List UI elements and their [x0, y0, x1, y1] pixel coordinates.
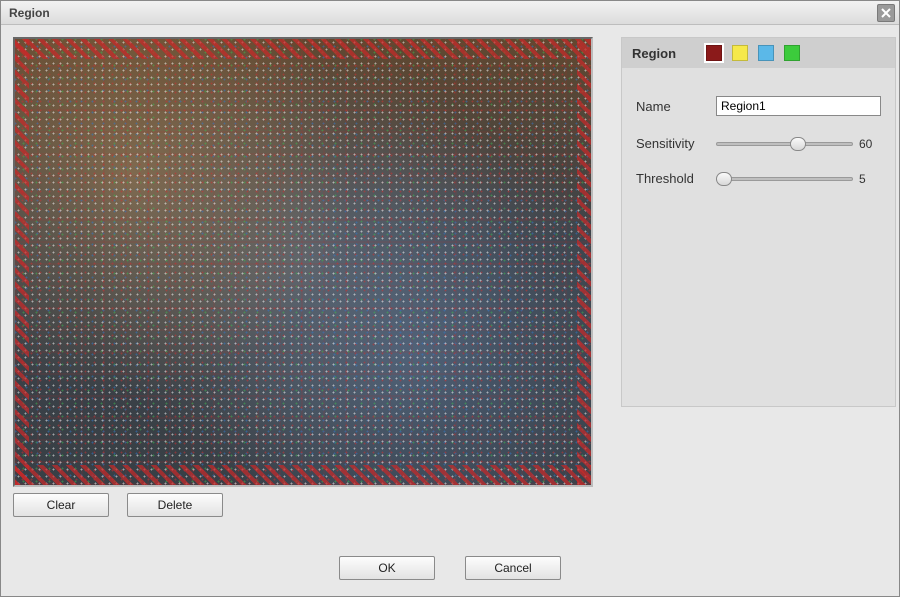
color-swatch-red[interactable] [706, 45, 722, 61]
left-column: Clear Delete [13, 37, 603, 548]
color-swatch-yellow[interactable] [732, 45, 748, 61]
region-mask-bottom [15, 465, 591, 485]
cancel-button[interactable]: Cancel [465, 556, 561, 580]
threshold-label: Threshold [636, 171, 708, 186]
region-color-swatches [706, 45, 800, 61]
region-dialog: Region Clear Delete [0, 0, 900, 597]
clear-button[interactable]: Clear [13, 493, 109, 517]
color-swatch-blue[interactable] [758, 45, 774, 61]
dialog-content: Clear Delete Region [1, 25, 899, 596]
threshold-slider-thumb[interactable] [716, 172, 732, 186]
region-panel: Region Name [621, 37, 896, 407]
sensitivity-value: 60 [859, 137, 881, 151]
name-label: Name [636, 99, 708, 114]
region-header-label: Region [632, 46, 676, 61]
name-row: Name [636, 96, 881, 116]
region-mask-top [15, 39, 591, 59]
sensitivity-slider[interactable] [716, 142, 853, 146]
ok-button[interactable]: OK [339, 556, 435, 580]
sensitivity-slider-wrap: 60 [716, 137, 881, 151]
video-preview[interactable] [13, 37, 593, 487]
close-icon [881, 8, 891, 18]
threshold-slider[interactable] [716, 177, 853, 181]
main-row: Clear Delete Region [13, 37, 887, 548]
threshold-value: 5 [859, 172, 881, 186]
sensitivity-label: Sensitivity [636, 136, 708, 151]
dialog-footer: OK Cancel [13, 548, 887, 588]
threshold-row: Threshold 5 [636, 171, 881, 186]
titlebar: Region [1, 1, 899, 25]
sensitivity-slider-thumb[interactable] [790, 137, 806, 151]
close-button[interactable] [877, 4, 895, 22]
dialog-title: Region [9, 6, 877, 20]
region-mask-left [15, 39, 29, 485]
delete-button[interactable]: Delete [127, 493, 223, 517]
preview-toolbar: Clear Delete [13, 493, 603, 517]
color-swatch-green[interactable] [784, 45, 800, 61]
name-input[interactable] [716, 96, 881, 116]
preview-motion-overlay [15, 39, 591, 485]
threshold-slider-wrap: 5 [716, 172, 881, 186]
region-mask-right [577, 39, 591, 485]
sensitivity-row: Sensitivity 60 [636, 136, 881, 151]
right-column: Region Name [621, 37, 896, 548]
region-panel-header: Region [622, 38, 895, 68]
region-panel-body: Name Sensitivity 60 [622, 68, 895, 196]
